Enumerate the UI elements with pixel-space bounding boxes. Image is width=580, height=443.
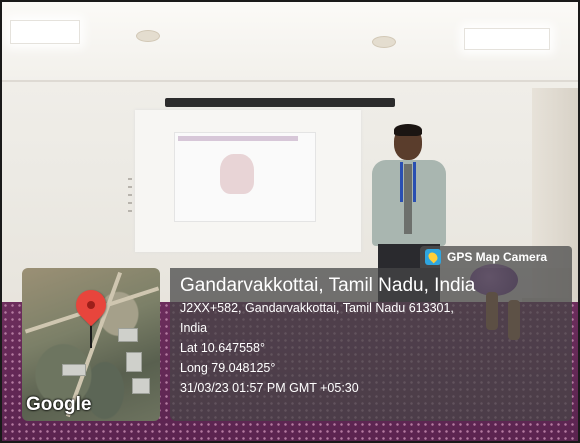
projector-screen-roller <box>165 98 395 107</box>
speaker-hair <box>394 124 422 136</box>
gps-camera-label: GPS Map Camera <box>447 250 548 264</box>
wall-dots <box>128 178 132 218</box>
map-building <box>132 378 150 394</box>
map-building <box>62 364 86 376</box>
location-title: Gandarvakkottai, Tamil Nadu, India <box>180 275 476 296</box>
gps-map-camera-icon <box>425 249 441 265</box>
ceiling-spot-right <box>372 36 396 48</box>
slide-illustration <box>220 154 254 194</box>
timestamp: 31/03/23 01:57 PM GMT +05:30 <box>180 381 359 395</box>
latitude: Lat 10.647558° <box>180 341 265 355</box>
address-line-2: India <box>180 321 208 335</box>
map-thumbnail: Google <box>22 268 160 421</box>
wall-edge <box>2 80 578 82</box>
longitude: Long 79.048125° <box>180 361 276 375</box>
pin-center <box>87 301 95 309</box>
address-line-1: J2XX+582, Gandarvakkottai, Tamil Nadu 61… <box>180 301 454 315</box>
google-logo: Google <box>26 394 92 415</box>
ceiling-light-left <box>10 20 80 44</box>
ceiling-light-right <box>464 28 550 50</box>
speaker-lanyard <box>400 162 416 202</box>
ceiling-spot-left <box>136 30 160 42</box>
location-info-panel: Gandarvakkottai, Tamil Nadu, India J2XX+… <box>170 268 572 421</box>
photo-frame: GPS Map Camera Google Gandarvakkottai, T… <box>0 0 580 443</box>
map-building <box>118 328 138 342</box>
slide-title-bar <box>178 136 298 141</box>
map-building <box>126 352 142 372</box>
gps-camera-tag: GPS Map Camera <box>420 246 572 268</box>
